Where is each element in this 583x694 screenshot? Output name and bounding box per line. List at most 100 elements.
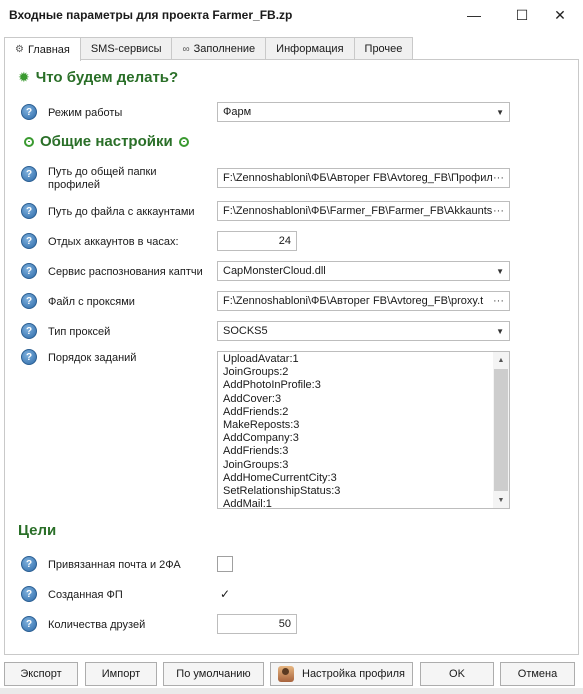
list-item: JoinGroups:2 [223,366,289,379]
friends-count-label: Количества друзей [48,619,146,631]
section-goals: Цели [18,522,56,539]
list-item: AddHomeCurrentCity:3 [223,471,337,484]
accounts-file-input[interactable]: F:\Zennoshabloni\ФБ\Farmer_FB\Farmer_FB\… [217,201,510,221]
tab-bar: ⚙ Главная SMS-сервисы ∞ Заполнение Инфор… [4,37,414,61]
gear-icon: ⚙ [15,44,24,55]
section-general: Общие настройки [18,133,195,150]
mode-value: Фарм [223,106,252,118]
section-what: ✹ Что будем делать? [18,69,178,86]
captcha-value: CapMonsterCloud.dll [223,265,326,277]
scroll-up-icon[interactable]: ▲ [493,352,509,368]
chevron-down-icon: ▼ [496,266,504,276]
button-label: По умолчанию [176,668,251,680]
tab-other[interactable]: Прочее [353,37,414,60]
shared-folder-input[interactable]: F:\Zennoshabloni\ФБ\Авторег FB\Avtoreg_F… [217,168,510,188]
task-order-textarea[interactable]: UploadAvatar:1 JoinGroups:2 AddPhotoInPr… [217,351,510,509]
accounts-file-value: F:\Zennoshabloni\ФБ\Farmer_FB\Farmer_FB\… [223,205,492,217]
mode-select[interactable]: Фарм ▼ [217,102,510,122]
list-item: AddFriends:3 [223,445,289,458]
help-icon[interactable]: ? [21,293,37,309]
help-icon[interactable]: ? [21,323,37,339]
import-button[interactable]: Импорт [85,662,157,686]
proxy-file-input[interactable]: F:\Zennoshabloni\ФБ\Авторег FB\Avtoreg_F… [217,291,510,311]
list-item: AddCover:3 [223,392,282,405]
linked-mail-checkbox[interactable] [217,556,233,572]
captcha-label: Сервис распознования каптчи [48,266,203,278]
gear-icon: ✹ [18,69,30,85]
list-item: AddPhotoInProfile:3 [223,379,321,392]
check-icon: ✓ [219,587,231,601]
shared-folder-label: Путь до общей папки профилей [48,166,157,191]
defaults-button[interactable]: По умолчанию [163,662,264,686]
list-item: MakeReposts:3 [223,419,300,432]
export-button[interactable]: Экспорт [4,662,78,686]
list-item: AddFriends:2 [223,405,289,418]
cancel-button[interactable]: Отмена [500,662,575,686]
help-icon[interactable]: ? [21,349,37,365]
help-icon[interactable]: ? [21,166,37,182]
task-order-label: Порядок заданий [48,352,137,364]
section-title: Что будем делать? [35,69,179,86]
proxy-file-value: F:\Zennoshabloni\ФБ\Авторег FB\Avtoreg_F… [223,295,484,307]
browse-button[interactable]: ··· [492,295,504,307]
chevron-down-icon: ▼ [496,326,504,336]
chevron-down-icon: ▼ [496,107,504,117]
proxy-type-select[interactable]: SOCKS5 ▼ [217,321,510,341]
help-icon[interactable]: ? [21,556,37,572]
help-icon[interactable]: ? [21,233,37,249]
rest-hours-label: Отдых аккаунтов в часах: [48,236,179,248]
accounts-file-label: Путь до файла с аккаунтами [48,206,195,218]
tab-sms[interactable]: SMS-сервисы [79,37,173,60]
help-icon[interactable]: ? [21,586,37,602]
proxy-type-label: Тип проксей [48,326,111,338]
button-bar: Экспорт Импорт По умолчанию Настройка пр… [0,660,583,690]
mode-label: Режим работы [48,107,123,119]
captcha-select[interactable]: CapMonsterCloud.dll ▼ [217,261,510,281]
created-fp-checkbox[interactable]: ✓ [217,586,233,602]
rest-hours-value: 24 [278,235,291,247]
friends-count-input[interactable]: 50 [217,614,297,634]
tab-label: Информация [276,43,344,55]
minimize-button[interactable]: — [452,0,496,30]
list-item: UploadAvatar:1 [223,353,299,365]
browse-button[interactable]: ··· [492,205,504,217]
window-title: Входные параметры для проекта Farmer_FB.… [9,8,293,22]
tab-main[interactable]: ⚙ Главная [4,37,81,61]
profile-settings-button[interactable]: Настройка профиля [270,662,413,686]
close-button[interactable]: ✕ [538,0,582,30]
browse-button[interactable]: ··· [492,172,504,184]
scrollbar[interactable]: ▲ ▼ [493,352,509,508]
ok-button[interactable]: OK [420,662,494,686]
list-item: AddCompany:3 [223,432,299,445]
section-title: Цели [18,522,57,539]
shared-folder-value: F:\Zennoshabloni\ФБ\Авторег FB\Avtoreg_F… [223,172,492,184]
proxy-type-value: SOCKS5 [223,325,268,337]
help-icon[interactable]: ? [21,203,37,219]
title-bar: Входные параметры для проекта Farmer_FB.… [0,0,583,30]
tab-label: SMS-сервисы [90,43,162,55]
list-item: SetRelationshipStatus:3 [223,485,341,498]
user-icon [278,666,294,682]
tab-label: Заполнение [193,43,256,55]
scroll-thumb[interactable] [494,369,508,491]
plus-circle-icon [24,136,34,147]
tab-label: Главная [27,43,70,56]
scroll-down-icon[interactable]: ▼ [493,492,509,508]
list-item: AddMail:1 [223,498,272,509]
help-icon[interactable]: ? [21,104,37,120]
button-label: Отмена [517,668,558,680]
button-label: Экспорт [20,668,62,680]
help-icon[interactable]: ? [21,616,37,632]
section-title: Общие настройки [40,133,173,150]
window-bottom-edge [0,688,583,694]
button-label: OK [449,668,465,680]
rest-hours-input[interactable]: 24 [217,231,297,251]
button-label: Импорт [101,668,141,680]
button-label: Настройка профиля [302,668,405,680]
tab-label: Прочее [364,43,403,55]
infinity-icon: ∞ [182,43,190,55]
linked-mail-label: Привязанная почта и 2ФА [48,559,181,571]
tab-fill[interactable]: ∞ Заполнение [171,37,267,60]
help-icon[interactable]: ? [21,263,37,279]
tab-info[interactable]: Информация [265,37,355,60]
